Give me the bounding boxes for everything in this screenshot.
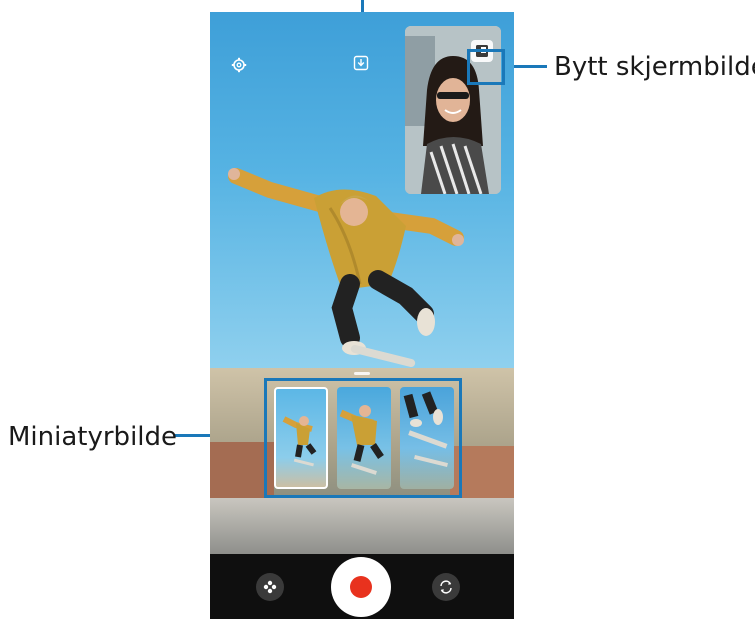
download-icon <box>353 55 369 71</box>
record-icon <box>350 576 372 598</box>
filter-button[interactable] <box>256 573 284 601</box>
swap-screen-callout-label: Bytt skjermbilde. <box>554 52 755 82</box>
thumbnail-item[interactable] <box>337 387 391 489</box>
switch-camera-icon <box>440 580 452 594</box>
camera-screen <box>210 12 514 619</box>
thumbnail-callout-label: Miniatyrbilde <box>8 422 178 452</box>
thumbnail-image <box>403 391 448 468</box>
camera-controls-bar <box>210 554 514 619</box>
switch-camera-button[interactable] <box>432 573 460 601</box>
thumbnail-item[interactable] <box>274 387 328 489</box>
thumbnail-strip <box>264 378 462 498</box>
save-view-button[interactable] <box>352 54 370 72</box>
filter-icon <box>263 580 277 594</box>
gear-icon <box>231 57 247 73</box>
thumbnail-image <box>282 416 317 467</box>
thumbnail-drag-handle[interactable] <box>354 372 370 375</box>
settings-button[interactable] <box>230 56 248 74</box>
record-button[interactable] <box>331 557 391 617</box>
thumbnail-item[interactable] <box>400 387 454 489</box>
thumbnail-image <box>339 405 384 475</box>
swap-highlight-box <box>467 49 505 85</box>
